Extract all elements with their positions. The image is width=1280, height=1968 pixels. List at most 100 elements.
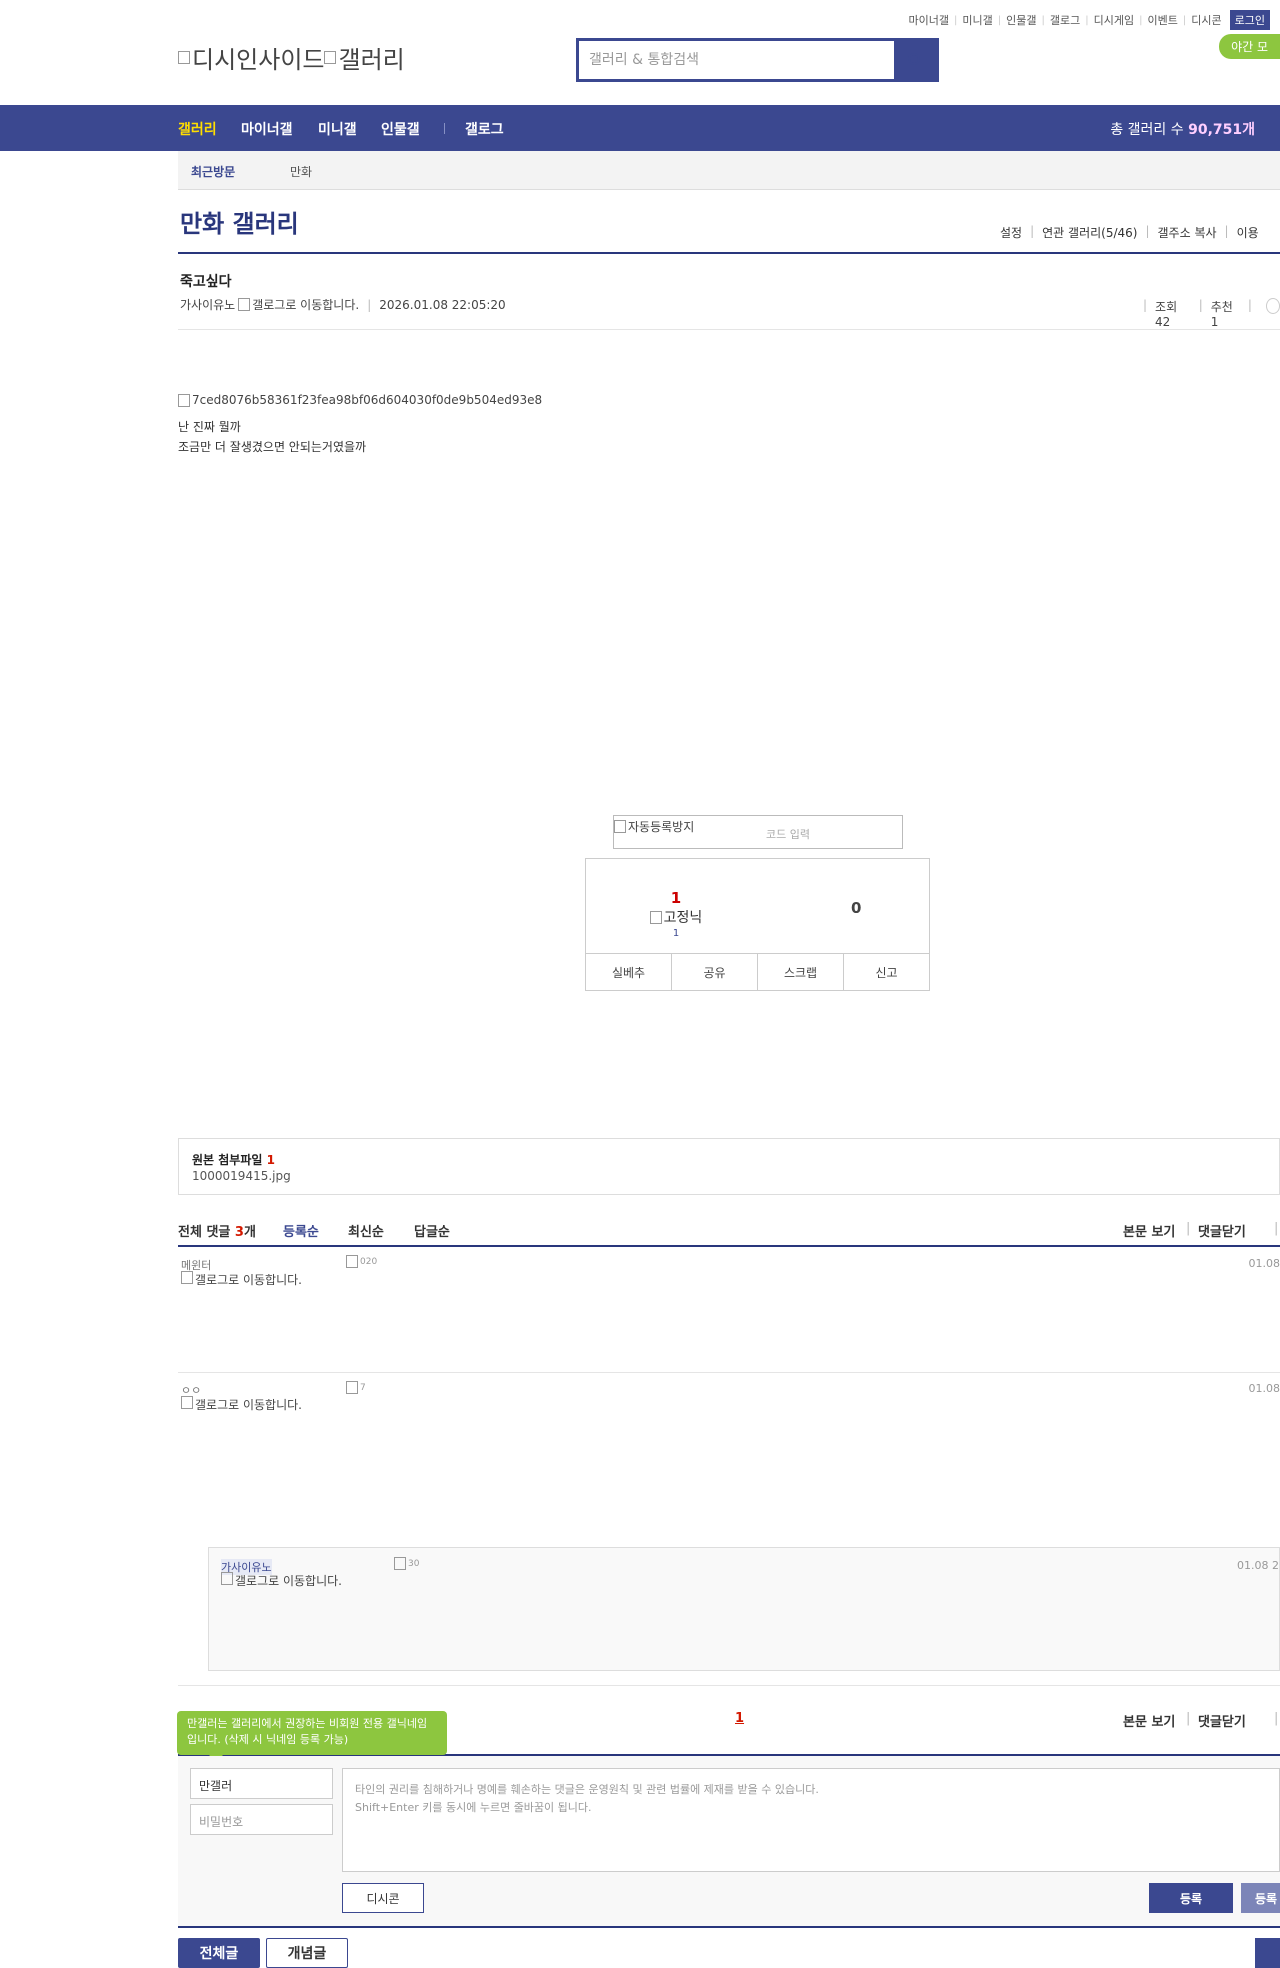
tab-concept-posts[interactable]: 개념글 xyxy=(266,1938,348,1968)
reply-date: 01.08 2 xyxy=(1237,1559,1279,1572)
gallog-link[interactable]: 갤로그로 이동합니다. xyxy=(181,1396,311,1412)
post-date: 2026.01.08 22:05:20 xyxy=(379,298,505,312)
gallog-link[interactable]: 갤로그로 이동합니다. xyxy=(221,1572,351,1588)
post-text-line: 난 진짜 뭘까 xyxy=(178,418,241,435)
post-text-line: 조금만 더 잘생겼으면 안되는거였을까 xyxy=(178,438,366,455)
usage-link[interactable]: 이용 xyxy=(1237,224,1259,241)
attachment-file[interactable]: 1000019415.jpg xyxy=(192,1169,291,1183)
site-logo[interactable]: 디시인사이드갤러리 xyxy=(178,40,405,75)
password-input[interactable]: 비밀번호 xyxy=(190,1804,333,1835)
captcha-input[interactable]: 코드 입력 xyxy=(766,826,810,842)
gnb-mini[interactable]: 미니갤 xyxy=(318,119,357,139)
comment-header: 전체 댓글 3개 등록순 최신순 답글순 본문 보기 | 댓글닫기 | xyxy=(178,1221,1280,1240)
more-icon[interactable] xyxy=(1266,298,1280,314)
broken-image-icon xyxy=(181,1271,193,1284)
login-button[interactable]: 로그인 xyxy=(1230,10,1270,30)
captcha-image: 자동등록방지 xyxy=(614,818,694,835)
post-title: 죽고싶다 xyxy=(180,271,232,291)
close-comments-link[interactable]: 댓글닫기 xyxy=(1198,1711,1246,1730)
search-button[interactable] xyxy=(894,41,936,79)
global-nav: 갤러리 마이너갤 미니갤 인물갤 갤로그 총 갤러리 수 90,751개 xyxy=(0,105,1280,151)
attachment-box: 원본 첨부파일 1 1000019415.jpg xyxy=(178,1138,1280,1195)
post-info: 가사이유노 갤로그로 이동합니다. | 2026.01.08 22:05:20 xyxy=(180,296,506,313)
view-count: 조회 42 xyxy=(1155,298,1191,329)
topnav-dcgame[interactable]: 디시게임 xyxy=(1094,12,1134,28)
upvote-button[interactable]: 1 고정닉 1 xyxy=(646,889,706,939)
vote-box: 1 고정닉 1 0 실베추 공유 스크랩 신고 xyxy=(585,858,930,991)
submit-button[interactable]: 등록 xyxy=(1149,1883,1233,1913)
gnb-gallery[interactable]: 갤러리 xyxy=(178,119,217,139)
divider xyxy=(444,123,445,134)
recent-label[interactable]: 최근방문 xyxy=(191,163,235,180)
captcha-box: 자동등록방지 코드 입력 xyxy=(613,815,903,849)
gnb-minor[interactable]: 마이너갤 xyxy=(241,119,293,139)
best-recommend-button[interactable]: 실베추 xyxy=(586,954,672,990)
fixed-nick-image: 고정닉 xyxy=(650,907,703,927)
comment-image: 020 xyxy=(346,1255,377,1268)
topnav-gallog[interactable]: 갤로그 xyxy=(1050,12,1080,28)
broken-image-icon xyxy=(346,1255,358,1268)
topnav-minor[interactable]: 마이너갤 xyxy=(909,12,949,28)
comment-item: ㅇㅇ 갤로그로 이동합니다. 7 01.08 xyxy=(178,1373,1280,1523)
broken-image-icon xyxy=(221,1572,233,1585)
broken-image-icon xyxy=(346,1381,358,1394)
page-1[interactable]: 1 xyxy=(735,1711,744,1726)
close-comments-link[interactable]: 댓글닫기 xyxy=(1198,1221,1246,1240)
topnav-event[interactable]: 이벤트 xyxy=(1148,12,1178,28)
gnb-person[interactable]: 인물갤 xyxy=(381,119,420,139)
gallery-links: 설정| 연관 갤러리(5/46)| 갤주소 복사| 이용 xyxy=(1000,224,1259,241)
gallog-link[interactable]: 갤로그로 이동합니다. xyxy=(238,296,359,313)
recommend-count: 추천 1 xyxy=(1211,298,1240,329)
search-bar xyxy=(576,38,939,82)
view-body-link[interactable]: 본문 보기 xyxy=(1123,1221,1175,1240)
total-gallery-count: 총 갤러리 수 90,751개 xyxy=(1110,119,1255,139)
recent-item[interactable]: 만화 xyxy=(290,163,312,180)
upvote-count: 1 xyxy=(646,889,706,907)
divider xyxy=(178,1926,1280,1928)
broken-image-icon xyxy=(650,911,662,924)
downvote-count[interactable]: 0 xyxy=(851,899,861,917)
comment-textarea[interactable]: 타인의 권리를 침해하거나 명예를 훼손하는 댓글은 운영원칙 및 관련 법률에… xyxy=(342,1768,1280,1872)
search-icon xyxy=(907,52,923,68)
comment-date: 01.08 xyxy=(1249,1257,1280,1270)
sort-registered[interactable]: 등록순 xyxy=(283,1221,319,1240)
topnav-dccon[interactable]: 디시콘 xyxy=(1191,12,1221,28)
related-gallery-link[interactable]: 연관 갤러리(5/46) xyxy=(1042,224,1137,241)
recent-visits: 최근방문 만화 xyxy=(178,151,1280,190)
broken-image-icon xyxy=(394,1557,406,1570)
search-input[interactable] xyxy=(579,41,894,79)
post-author[interactable]: 가사이유노 xyxy=(180,296,235,313)
post-image: 7ced8076b58361f23fea98bf06d604030f0de9b5… xyxy=(178,393,542,410)
night-mode-button[interactable]: 야간 모 xyxy=(1219,34,1280,59)
scrap-button[interactable]: 스크랩 xyxy=(758,954,844,990)
comment-date: 01.08 xyxy=(1249,1382,1280,1395)
comment-item: 메윈터 갤로그로 이동합니다. 020 01.08 xyxy=(178,1247,1280,1372)
copy-address-link[interactable]: 갤주소 복사 xyxy=(1158,224,1217,241)
sort-latest[interactable]: 최신순 xyxy=(348,1221,384,1240)
broken-image-icon xyxy=(614,820,626,833)
sort-replies[interactable]: 답글순 xyxy=(414,1221,450,1240)
gallery-title[interactable]: 만화 갤러리 xyxy=(180,204,299,239)
report-button[interactable]: 신고 xyxy=(844,954,929,990)
dccon-button[interactable]: 디시콘 xyxy=(342,1883,424,1913)
submit-recommend-button[interactable]: 등록 xyxy=(1241,1883,1280,1913)
nickname-input[interactable]: 만갤러 xyxy=(190,1768,333,1799)
comment-total: 전체 댓글 3개 xyxy=(178,1225,256,1240)
share-button[interactable]: 공유 xyxy=(672,954,758,990)
tab-all-posts[interactable]: 전체글 xyxy=(178,1938,260,1968)
write-button[interactable] xyxy=(1255,1938,1280,1968)
broken-image-icon xyxy=(238,298,250,311)
broken-image-icon xyxy=(178,394,190,407)
guest-nick-tooltip: 만갤러는 갤러리에서 권장하는 비회원 전용 갤닉네임입니다. (삭제 시 닉네… xyxy=(177,1711,447,1755)
view-body-link[interactable]: 본문 보기 xyxy=(1123,1711,1175,1730)
gnb-gallog[interactable]: 갤로그 xyxy=(465,119,504,139)
top-utility-nav: 마이너갤| 미니갤| 인물갤| 갤로그| 디시게임| 이벤트| 디시콘 로그인 xyxy=(909,10,1270,30)
topnav-mini[interactable]: 미니갤 xyxy=(962,12,992,28)
topnav-person[interactable]: 인물갤 xyxy=(1006,12,1036,28)
broken-image-icon xyxy=(181,1396,193,1409)
divider xyxy=(178,1685,1280,1686)
settings-link[interactable]: 설정 xyxy=(1000,224,1022,241)
broken-image-icon xyxy=(324,51,336,64)
gallog-link[interactable]: 갤로그로 이동합니다. xyxy=(181,1271,311,1287)
attachment-label: 원본 첨부파일 1 xyxy=(192,1151,275,1168)
